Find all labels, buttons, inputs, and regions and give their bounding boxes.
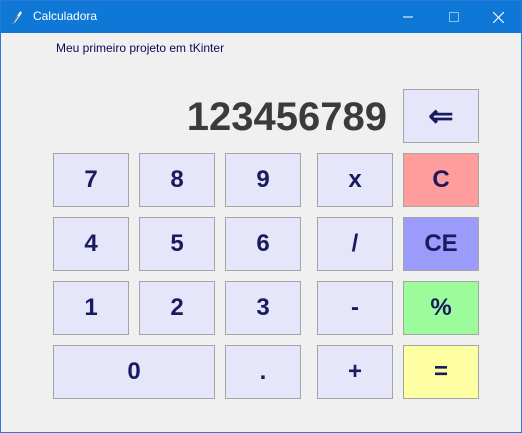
display-value: 123456789 (186, 95, 387, 139)
key-5[interactable]: 5 (139, 217, 215, 271)
subtitle-label: Meu primeiro projeto em tKinter (56, 41, 225, 55)
close-icon (492, 11, 504, 23)
multiply-button[interactable]: x (317, 153, 393, 207)
key-3[interactable]: 3 (225, 281, 301, 335)
close-button[interactable] (475, 1, 521, 33)
key-2[interactable]: 2 (139, 281, 215, 335)
add-button[interactable]: + (317, 345, 393, 399)
clear-entry-button[interactable]: CE (403, 217, 479, 271)
maximize-icon (449, 12, 459, 22)
key-9[interactable]: 9 (225, 153, 301, 207)
backspace-button[interactable]: ⇐ (403, 89, 479, 143)
title-bar[interactable]: Calculadora (1, 1, 521, 33)
feather-icon (12, 11, 22, 24)
key-1[interactable]: 1 (53, 281, 129, 335)
key-4[interactable]: 4 (53, 217, 129, 271)
calculator-window: Calculadora Meu primeiro projeto em tKin… (0, 0, 522, 433)
window-title: Calculadora (33, 9, 98, 23)
divide-button[interactable]: / (317, 217, 393, 271)
key-6[interactable]: 6 (225, 217, 301, 271)
equals-button[interactable]: = (403, 345, 479, 399)
percent-button[interactable]: % (403, 281, 479, 335)
minimize-button[interactable] (385, 1, 431, 33)
clear-button[interactable]: C (403, 153, 479, 207)
key-0[interactable]: 0 (53, 345, 215, 399)
subtract-button[interactable]: - (317, 281, 393, 335)
maximize-button[interactable] (431, 1, 477, 33)
key-8[interactable]: 8 (139, 153, 215, 207)
decimal-button[interactable]: . (225, 345, 301, 399)
key-7[interactable]: 7 (53, 153, 129, 207)
minimize-icon (403, 16, 413, 18)
